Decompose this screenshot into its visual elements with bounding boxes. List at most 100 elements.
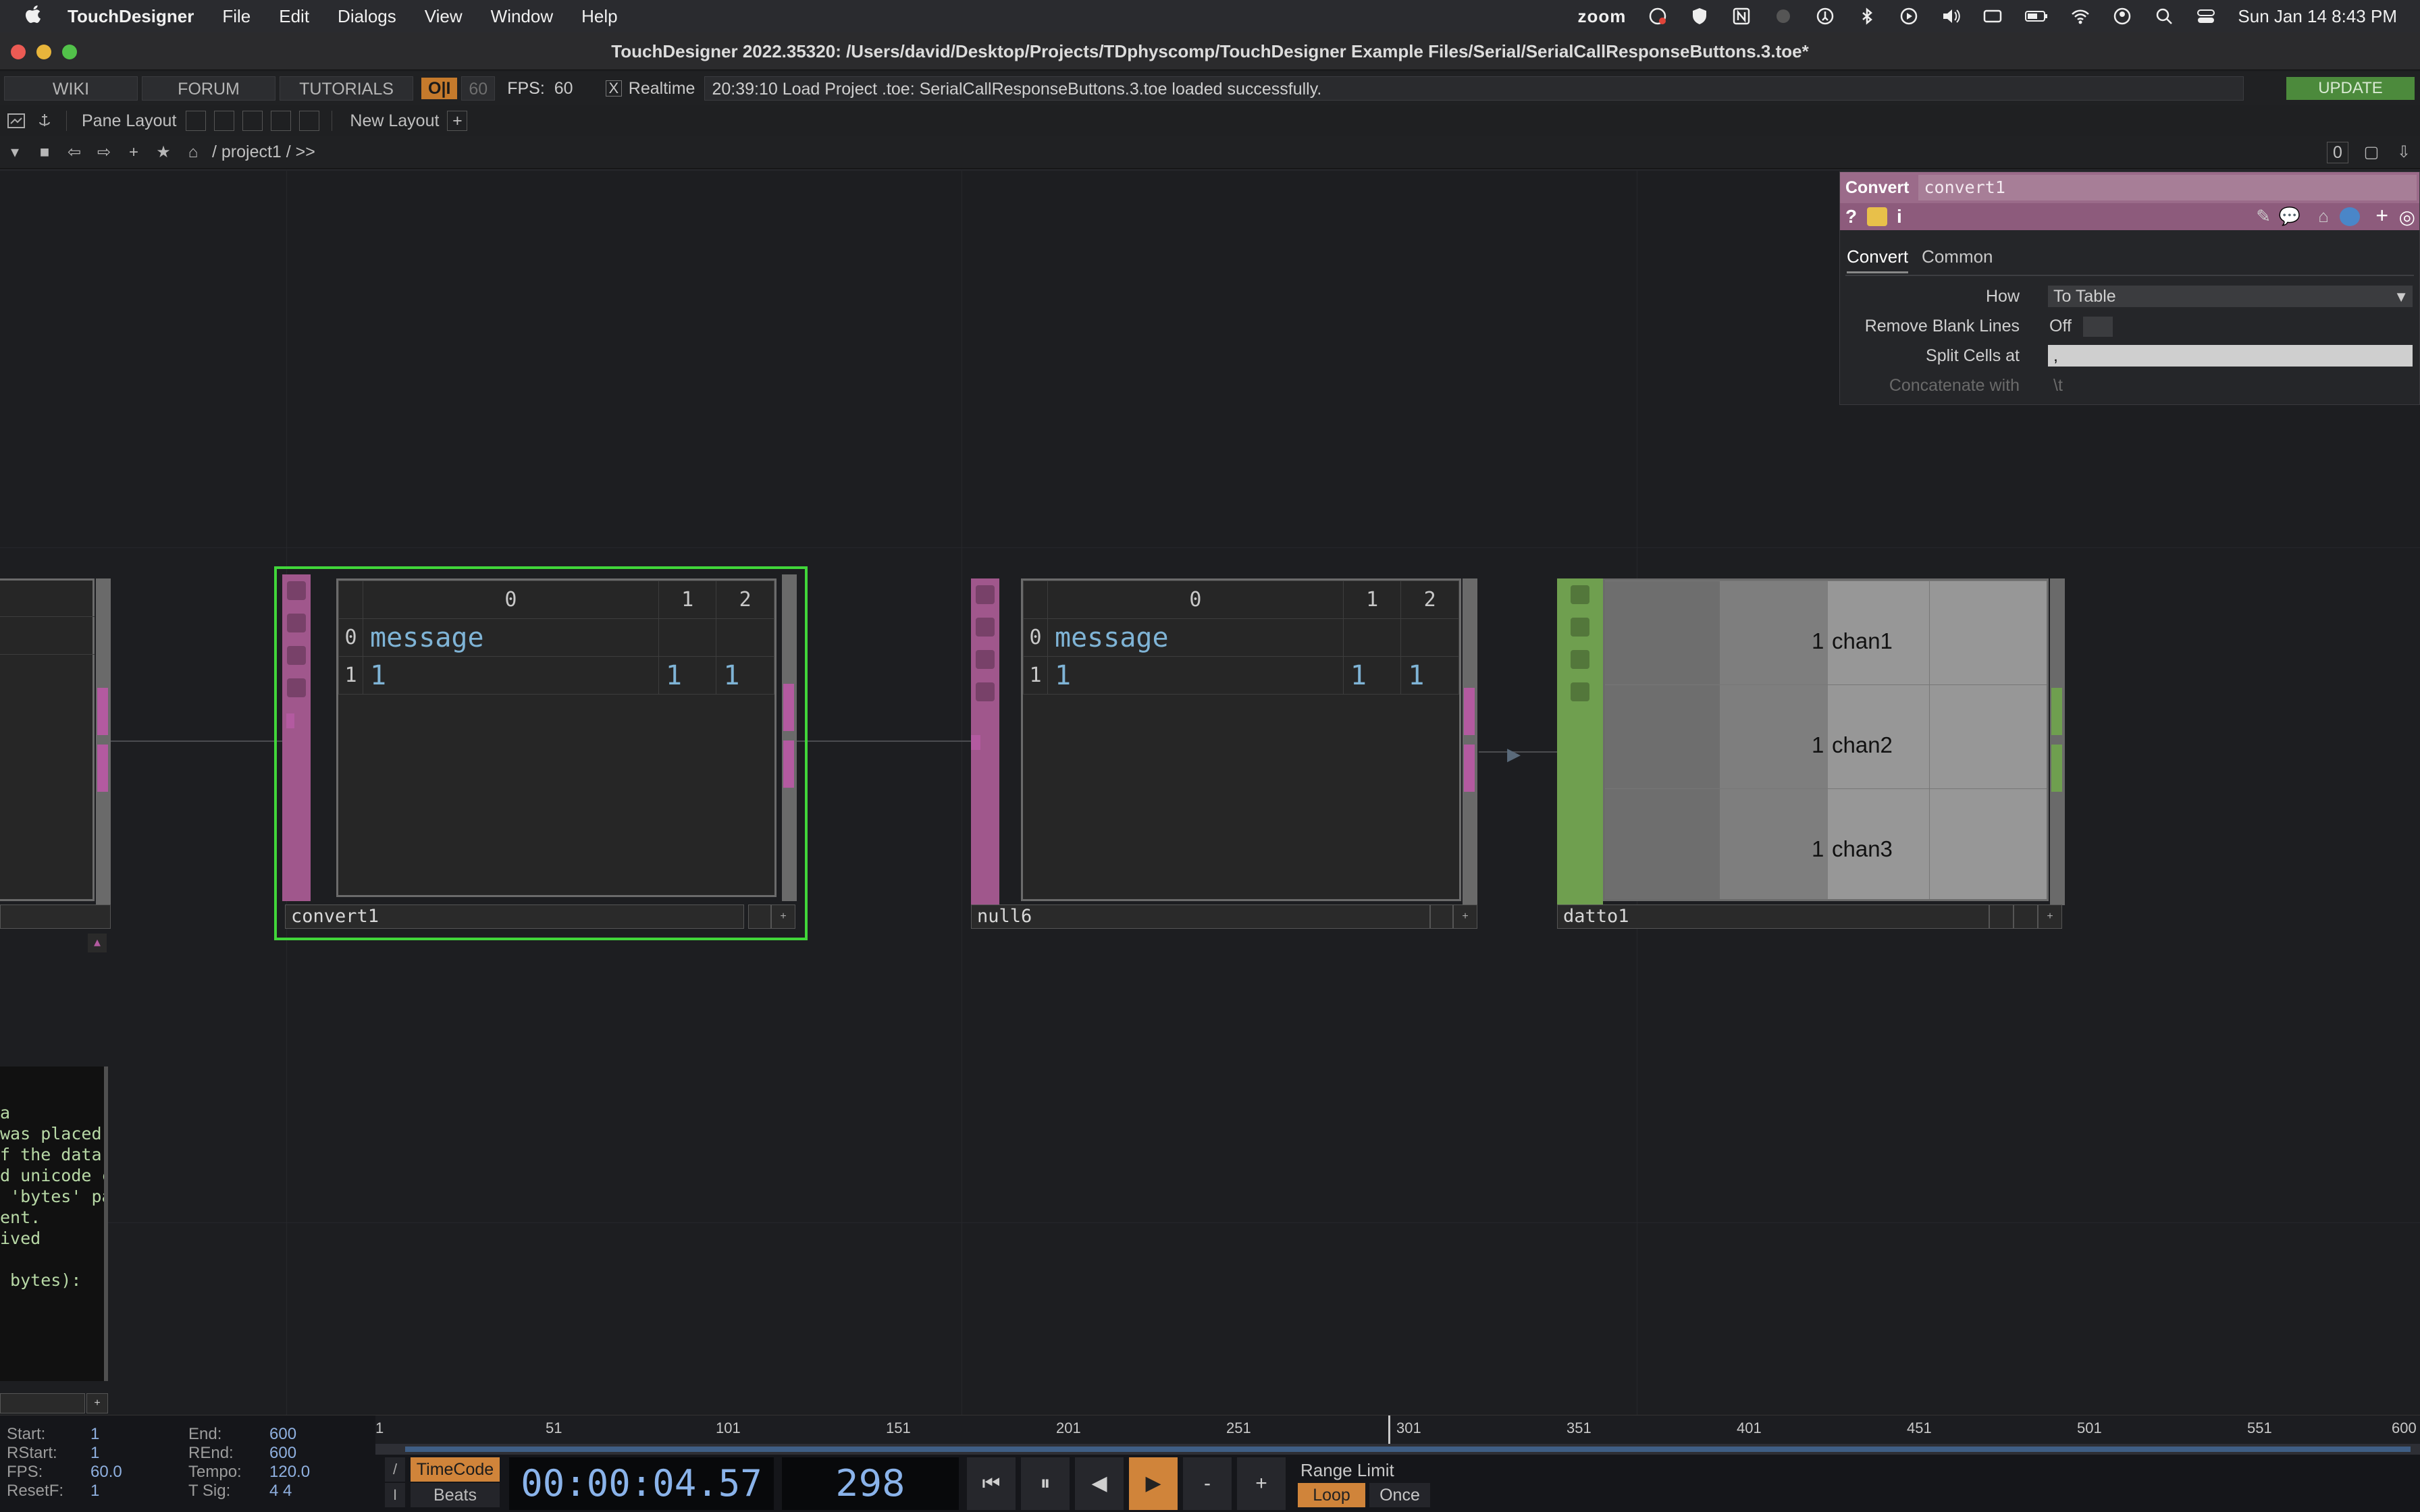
offscreen-node-label[interactable] [0,905,111,929]
parameter-panel[interactable]: Convert convert1 ? i ✎ 💬 ⌂ + ◎ Convert C… [1839,171,2420,405]
lock-flag-icon[interactable] [1571,682,1589,701]
layout-quad-button[interactable] [299,111,320,131]
loop-toggle[interactable]: Loop [1298,1483,1365,1507]
menubar-clock[interactable]: Sun Jan 14 8:43 PM [2238,6,2397,27]
node-info-button[interactable] [748,905,771,929]
how-select[interactable]: To Table [2048,286,2413,307]
bypass-flag-icon[interactable] [976,618,995,637]
forward-icon[interactable]: ⇨ [93,142,115,163]
textport-panel[interactable]: a was placed f the data d unicode c 'byt… [0,1066,108,1381]
back-icon[interactable]: ⇦ [63,142,85,163]
node-add-icon[interactable]: + [2038,905,2062,929]
toggle-box[interactable] [2083,317,2113,337]
concatenate-input[interactable]: \t [2048,375,2413,396]
python-icon[interactable] [2340,207,2360,226]
timeline-range-bar[interactable] [375,1444,2420,1455]
menu-help[interactable]: Help [581,6,617,27]
node-info-button[interactable] [1430,905,1453,929]
table-viewer[interactable]: 0 1 2 0 message 1 1 1 1 [1021,578,1461,901]
screen-record-icon[interactable] [1648,6,1668,26]
rewind-icon[interactable]: ⏮ [967,1457,1016,1510]
accessibility-icon[interactable] [1815,6,1835,26]
add-layout-button[interactable]: + [447,111,468,131]
output-flag-icon[interactable]: ▴ [88,934,107,952]
node-flags-strip[interactable] [282,574,311,901]
timeline-ruler[interactable]: 1 51 101 151 201 251 301 351 401 451 501… [375,1415,2420,1444]
add-parameter-icon[interactable]: + [2375,203,2388,228]
help-icon[interactable]: ? [1845,206,1857,227]
info-icon[interactable]: i [1897,206,1902,227]
forum-button[interactable]: FORUM [142,76,275,101]
display-flag-icon[interactable] [287,646,306,665]
operator-name-field[interactable]: convert1 [1918,175,2417,200]
update-button[interactable]: UPDATE [2286,77,2415,100]
node-name-label[interactable]: null6 [971,905,1430,929]
stop-icon[interactable]: ■ [34,142,55,163]
maximize-pane-icon[interactable]: ▢ [2361,142,2382,163]
offscreen-node[interactable] [0,578,111,905]
beats-toggle[interactable]: Beats [411,1483,500,1507]
apple-icon[interactable] [23,4,43,28]
dropdown-icon[interactable]: ▾ [4,142,26,163]
tab-convert[interactable]: Convert [1847,246,1909,273]
wiki-button[interactable]: WIKI [4,76,138,101]
menu-view[interactable]: View [425,6,463,27]
tutorials-button[interactable]: TUTORIALS [280,76,413,101]
display-flag-icon[interactable] [1571,650,1589,669]
tab-common[interactable]: Common [1922,246,1993,273]
network-path[interactable]: / project1 / >> [212,142,315,162]
edit-icon[interactable]: ✎ [2256,206,2271,227]
control-center-icon[interactable] [2196,6,2216,26]
pause-icon[interactable]: ⏸ [1021,1457,1070,1510]
display-flag-icon[interactable] [976,650,995,669]
menu-app-name[interactable]: TouchDesigner [68,6,194,27]
node-datto1[interactable]: 1 chan1 1 chan2 1 chan3 [1557,578,2065,905]
layout-split-horizontal-button[interactable] [242,111,263,131]
path-counter[interactable]: 0 [2327,141,2348,163]
timeline-i-button[interactable]: I [385,1483,405,1507]
lock-flag-icon[interactable] [287,678,306,697]
node-name-label[interactable]: convert1 [285,905,744,929]
timecode-display[interactable]: 00:00:04.57 [509,1457,774,1510]
step-forward-button[interactable]: + [1237,1457,1286,1510]
playhead[interactable] [1388,1415,1390,1444]
node-info-button[interactable] [1989,905,2014,929]
fps-value[interactable]: 60 [554,79,595,99]
comment-icon[interactable]: 💬 [2279,206,2300,227]
textport-add-icon[interactable]: + [86,1393,108,1413]
chevron-down-icon[interactable]: ▼ [2394,288,2409,306]
node-convert1[interactable]: 0 1 2 0 message 1 1 1 1 [282,574,797,901]
bluetooth-icon[interactable] [1857,6,1877,26]
node-flags-strip[interactable] [1557,578,1603,905]
battery-icon[interactable] [2024,6,2049,26]
zoom-window-button[interactable] [62,45,77,59]
menu-window[interactable]: Window [491,6,553,27]
timeline-slash-button[interactable]: / [385,1457,405,1482]
menu-file[interactable]: File [222,6,251,27]
user-icon[interactable] [2112,6,2132,26]
node-null6[interactable]: 0 1 2 0 message 1 1 1 1 [971,578,1479,905]
menu-edit[interactable]: Edit [279,6,309,27]
play-icon[interactable]: ▶ [1129,1457,1178,1510]
close-window-button[interactable] [11,45,26,59]
vpn-icon[interactable] [1773,6,1793,26]
layout-triple-button[interactable] [271,111,292,131]
play-reverse-icon[interactable]: ◀ [1075,1457,1124,1510]
split-view-icon[interactable] [7,111,26,130]
anchor-icon[interactable] [35,111,54,130]
remove-blank-lines-toggle[interactable]: Off [2048,315,2082,337]
volume-icon[interactable] [1941,6,1961,26]
zoom-status-item[interactable]: zoom [1578,6,1627,27]
fps-box[interactable]: 60 [461,76,496,101]
perform-mode-toggle[interactable]: O|I [421,78,458,99]
frame-display[interactable]: 298 [782,1457,959,1510]
textport-input[interactable] [0,1393,85,1413]
settings-gear-icon[interactable]: ◎ [2399,206,2415,228]
viewer-flag-icon[interactable] [1571,585,1589,604]
menu-dialogs[interactable]: Dialogs [338,6,396,27]
node-info-button[interactable] [2014,905,2038,929]
table-viewer[interactable]: 0 1 2 0 message 1 1 1 1 [336,578,777,897]
search-icon[interactable] [2154,6,2174,26]
lock-flag-icon[interactable] [976,682,995,701]
step-back-button[interactable]: - [1183,1457,1232,1510]
